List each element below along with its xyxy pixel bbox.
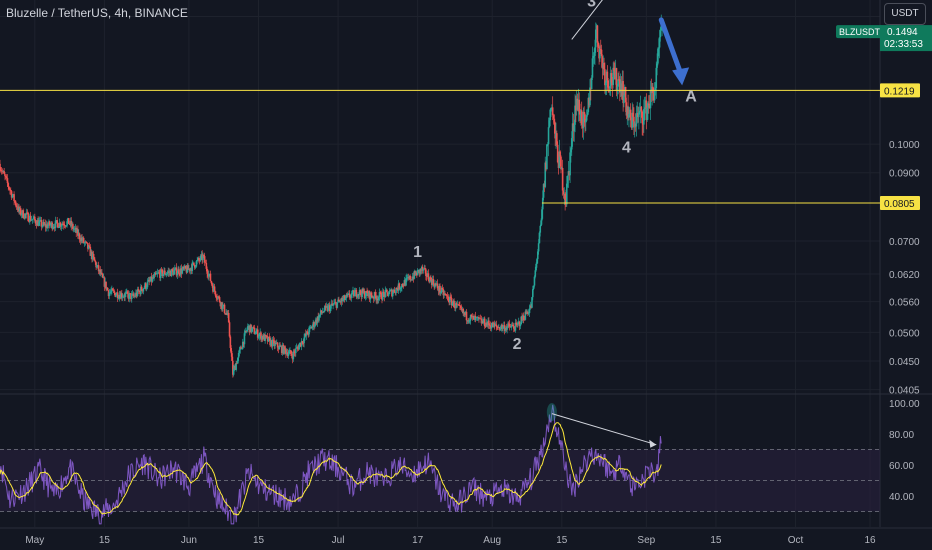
currency-button[interactable]: USDT	[884, 3, 926, 25]
candle-body	[153, 275, 155, 279]
time-axis-tick-label: 15	[99, 535, 111, 546]
candle-body	[146, 281, 149, 288]
candle-body	[140, 286, 143, 291]
time-axis-tick-label: 15	[253, 535, 265, 546]
candle-body	[31, 219, 34, 221]
candle-body	[546, 144, 548, 170]
time-axis-tick-label: Jul	[332, 535, 345, 546]
price-axis-tick-label: 0.0560	[889, 298, 920, 309]
candle-body	[596, 25, 599, 43]
candle-body	[67, 218, 70, 224]
rsi-axis-tick-label: 40.00	[889, 492, 914, 503]
time-axis-tick-label: 17	[412, 535, 424, 546]
candle-body	[537, 243, 540, 252]
last-price-label: 0.1494	[887, 27, 918, 38]
price-axis-tick-label: 0.0900	[889, 169, 920, 180]
time-axis-tick-label: Jun	[181, 535, 197, 546]
candle-body	[13, 194, 15, 202]
candle-body	[176, 273, 179, 276]
time-axis-tick-label: May	[25, 535, 44, 546]
price-axis-tick-label: 0.0620	[889, 270, 920, 281]
tradingview-chart[interactable]: 0.16000.10000.09000.07000.06200.05600.05…	[0, 0, 932, 550]
price-axis-tick-label: 0.1000	[889, 140, 920, 151]
candle-body	[547, 127, 550, 144]
candle-body	[561, 167, 564, 191]
candle-body	[607, 80, 610, 88]
candle-body	[387, 294, 390, 296]
candle-body	[519, 324, 522, 327]
candle-body	[193, 262, 195, 266]
wave-label: 3	[587, 0, 596, 10]
time-axis-tick-label: Sep	[637, 535, 655, 546]
countdown-label: 02:33:53	[884, 39, 923, 50]
level-price-label: 0.1219	[884, 86, 915, 97]
candle-body	[288, 351, 290, 354]
rsi-axis-tick-label: 80.00	[889, 430, 914, 441]
candle-body	[386, 289, 388, 293]
price-axis-tick-label: 0.0700	[889, 237, 920, 248]
candle-body	[92, 253, 95, 258]
candle-body	[223, 304, 226, 314]
candle-body	[115, 294, 117, 297]
candle-body	[213, 286, 216, 292]
candle-body	[532, 289, 534, 298]
chart-title: Bluzelle / TetherUS, 4h, BINANCE	[6, 6, 188, 20]
level-price-label: 0.0805	[884, 199, 915, 210]
candle-body	[353, 291, 356, 297]
symbol-label: BLZUSDT	[839, 27, 881, 37]
candle-body	[209, 273, 212, 282]
candle-body	[659, 30, 662, 38]
time-axis-tick-label: 16	[864, 535, 876, 546]
candle-body	[228, 322, 231, 337]
price-axis-tick-label: 0.0405	[889, 386, 920, 397]
candle-body	[336, 302, 339, 308]
wave-label: 4	[622, 139, 631, 156]
price-axis-tick-label: 0.0450	[889, 357, 920, 368]
wave-label: 2	[513, 336, 522, 353]
rsi-axis-tick-label: 100.00	[889, 399, 920, 410]
candle-body	[254, 333, 257, 335]
price-chart-svg[interactable]: 0.16000.10000.09000.07000.06200.05600.05…	[0, 0, 932, 550]
candle-body	[295, 348, 297, 353]
candle-body	[495, 324, 498, 327]
wave-label: 1	[413, 244, 422, 261]
candle-body	[539, 225, 542, 233]
price-axis-tick-label: 0.0500	[889, 328, 920, 339]
rsi-axis-tick-label: 60.00	[889, 461, 914, 472]
time-axis-tick-label: Aug	[483, 535, 501, 546]
candle-body	[465, 311, 468, 321]
time-axis-tick-label: 15	[710, 535, 722, 546]
candle-body	[393, 289, 396, 293]
rsi-overbought-highlight	[546, 403, 557, 422]
time-axis-tick-label: Oct	[788, 535, 804, 546]
wave-label: A	[685, 88, 697, 105]
time-axis-tick-label: 15	[556, 535, 568, 546]
